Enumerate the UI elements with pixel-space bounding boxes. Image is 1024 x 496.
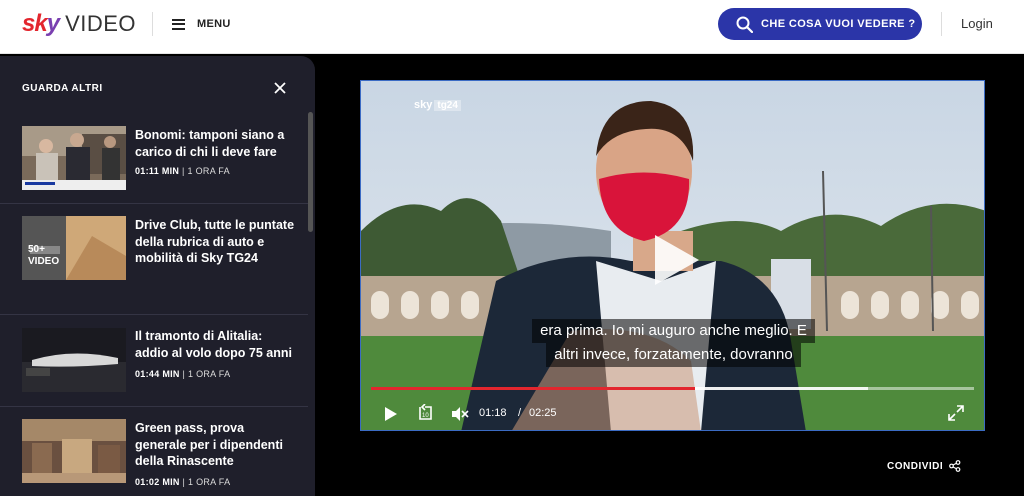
progress-played <box>371 387 696 390</box>
svg-text:10: 10 <box>422 413 429 419</box>
list-item[interactable]: Green pass, prova generale per i dipende… <box>0 407 308 496</box>
playlist-count: 50+ <box>28 244 45 255</box>
search-button-label: CHE COSA VUOI VEDERE ? <box>761 18 916 30</box>
item-duration: 01:11 MIN <box>135 166 180 176</box>
item-age: 1 ORA FA <box>187 369 231 379</box>
channel-tag: tg24 <box>434 100 461 111</box>
list-item[interactable]: Il tramonto di Alitalia: addio al volo d… <box>0 315 308 407</box>
subtitles: era prima. Io mi auguro anche meglio. E … <box>361 319 984 367</box>
duration: 02:25 <box>529 407 557 419</box>
close-icon[interactable] <box>272 80 288 96</box>
item-duration: 01:02 MIN <box>135 477 180 487</box>
sidebar-title: GUARDA ALTRI <box>22 83 103 94</box>
item-title: Green pass, prova generale per i dipende… <box>135 421 283 468</box>
current-time: 01:18 <box>479 407 507 419</box>
search-button[interactable]: CHE COSA VUOI VEDERE ? <box>718 8 922 40</box>
playlist-badge: 50+ VIDEO <box>28 244 59 268</box>
sky-logo-text: sky <box>22 10 60 37</box>
rewind-10-icon[interactable]: 10 <box>416 404 434 422</box>
item-title: Drive Club, tutte le puntate della rubri… <box>135 218 295 265</box>
item-meta: 01:11 MIN | 1 ORA FA <box>135 166 230 176</box>
list-item[interactable]: 50+ VIDEO Drive Club, tutte le puntate d… <box>0 204 308 315</box>
video-player[interactable]: sky tg24 era prima. Io mi auguro anche me… <box>360 80 985 431</box>
channel-watermark: sky tg24 <box>414 99 461 111</box>
login-link[interactable]: Login <box>961 16 993 31</box>
subtitle-line: altri invece, forzatamente, dovranno <box>546 343 801 367</box>
video-thumbnail <box>22 126 126 190</box>
video-logo-text: VIDEO <box>65 11 137 36</box>
playlist-label: VIDEO <box>28 256 60 267</box>
player-controls: 10 01:18 / 02:25 <box>361 403 984 425</box>
video-thumbnail <box>22 419 126 483</box>
item-meta: 01:44 MIN | 1 ORA FA <box>135 369 231 379</box>
item-age: 1 ORA FA <box>187 166 230 176</box>
header-divider <box>152 12 153 36</box>
site-header: sky VIDEO MENU CHE COSA VUOI VEDERE ? Lo… <box>0 0 1024 54</box>
item-duration: 01:44 MIN <box>135 369 180 379</box>
menu-label: MENU <box>197 18 231 30</box>
search-icon <box>736 16 753 33</box>
mute-icon[interactable] <box>451 406 469 422</box>
more-videos-sidebar: GUARDA ALTRI Bonomi: tamponi siano a car… <box>0 56 315 496</box>
item-title: Il tramonto di Alitalia: addio al volo d… <box>135 329 292 360</box>
share-button[interactable]: CONDIVIDI <box>887 460 961 472</box>
hamburger-icon <box>172 18 185 30</box>
time-separator: / <box>518 407 522 419</box>
share-label: CONDIVIDI <box>887 460 944 472</box>
play-icon[interactable] <box>383 406 398 422</box>
item-title: Bonomi: tamponi siano a carico di chi li… <box>135 128 285 159</box>
progress-bar[interactable] <box>371 387 974 390</box>
channel-name: sky <box>414 99 433 111</box>
item-meta: 01:02 MIN | 1 ORA FA <box>135 477 231 487</box>
fullscreen-icon[interactable] <box>948 405 964 421</box>
header-divider <box>941 12 942 36</box>
item-age: 1 ORA FA <box>187 477 231 487</box>
sky-video-logo[interactable]: sky VIDEO <box>22 9 136 39</box>
sidebar-header: GUARDA ALTRI <box>0 56 315 120</box>
list-item[interactable]: Bonomi: tamponi siano a carico di chi li… <box>0 120 308 204</box>
share-icon <box>949 460 961 472</box>
video-thumbnail: 50+ VIDEO <box>22 216 126 280</box>
video-thumbnail <box>22 328 126 392</box>
play-overlay-icon[interactable] <box>651 233 701 287</box>
menu-button[interactable]: MENU <box>172 14 231 34</box>
sidebar-scrollbar[interactable] <box>308 112 313 232</box>
subtitle-line: era prima. Io mi auguro anche meglio. E <box>532 319 815 343</box>
